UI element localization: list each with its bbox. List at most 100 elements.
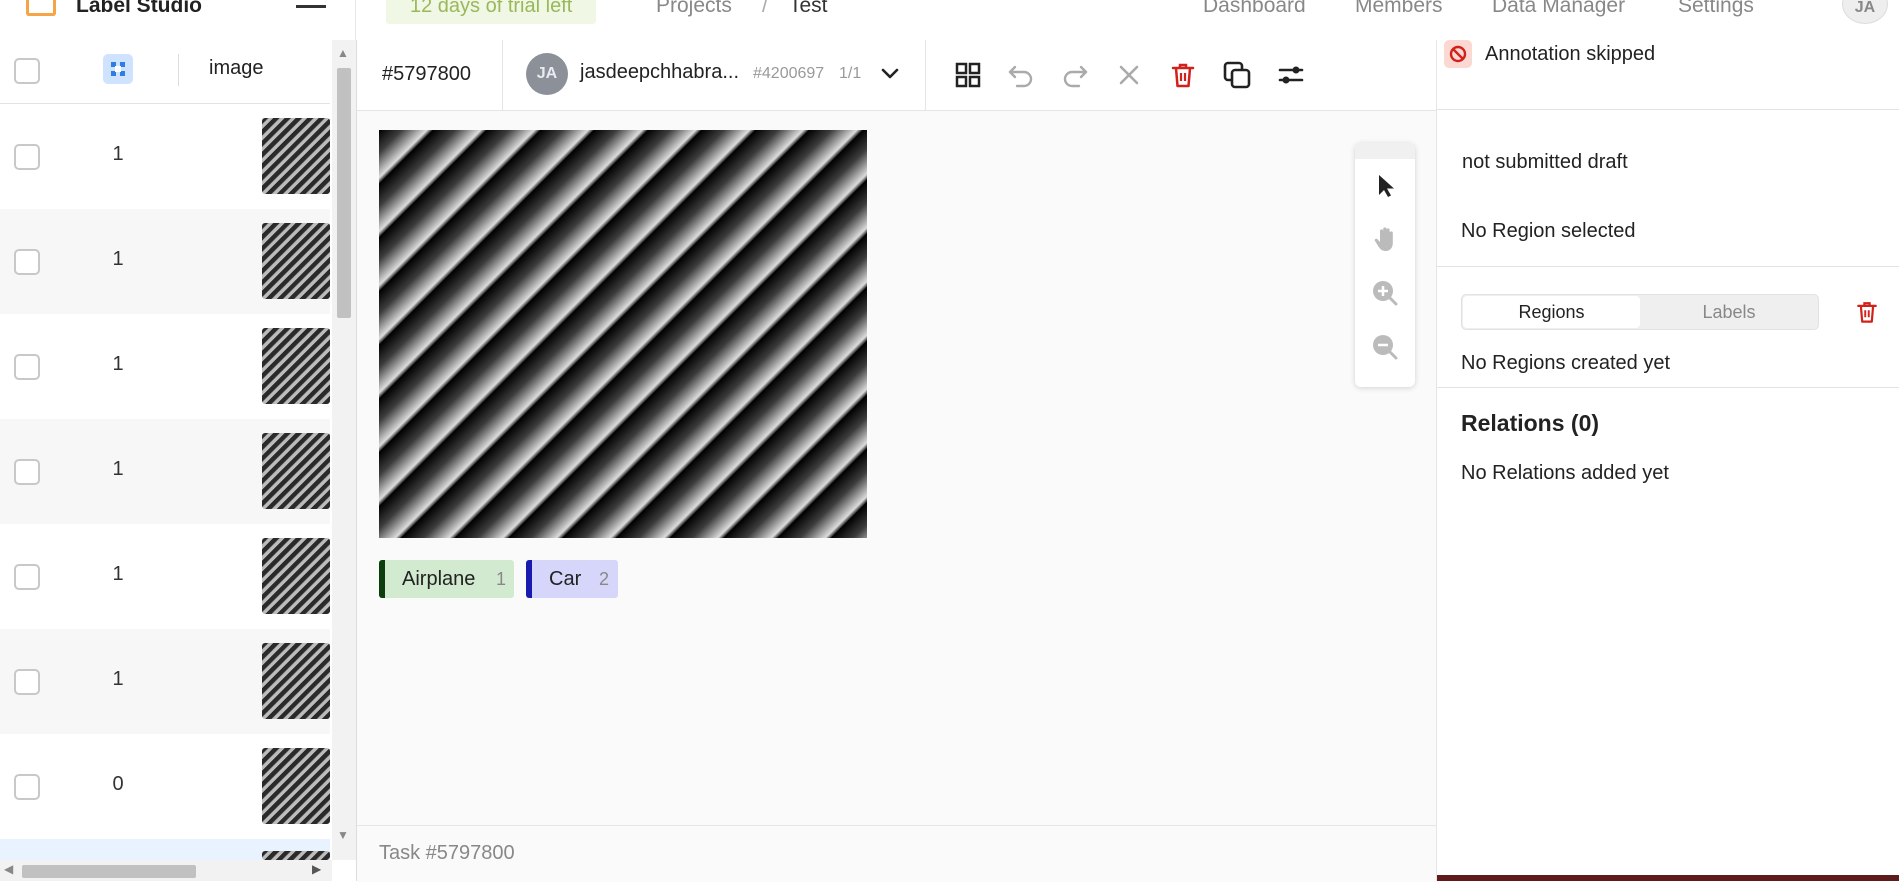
- annotation-id: #4200697: [753, 65, 825, 82]
- tools-panel-handle[interactable]: [1355, 143, 1415, 159]
- pointer-icon[interactable]: [1370, 170, 1400, 200]
- chevron-down-icon[interactable]: [878, 62, 902, 86]
- tab-labels[interactable]: Labels: [1641, 296, 1817, 328]
- hand-icon[interactable]: [1370, 224, 1400, 254]
- divider: [1437, 387, 1899, 388]
- trial-badge[interactable]: 12 days of trial left: [386, 0, 597, 24]
- annotation-toolbar: #5797800 JA jasdeepchhabra... #4200697 1…: [357, 40, 1436, 111]
- image-thumbnail: [262, 851, 330, 860]
- relations-heading: Relations (0): [1461, 410, 1600, 436]
- labeling-area: #5797800 JA jasdeepchhabra... #4200697 1…: [357, 40, 1436, 882]
- data-table: image 1 1 1 1 1 1 0 ▲ ▼ ◀ ▶: [0, 40, 357, 881]
- annotation-status: Annotation skipped: [1485, 43, 1656, 65]
- annotation-count: 1: [112, 353, 124, 375]
- row-checkbox[interactable]: [14, 774, 40, 800]
- table-row[interactable]: 1: [0, 419, 330, 524]
- zoom-in-icon[interactable]: [1370, 278, 1400, 308]
- window-bottom-edge: [1437, 875, 1899, 881]
- breadcrumb-projects[interactable]: Projects: [656, 0, 732, 18]
- hamburger-menu-icon[interactable]: [296, 0, 326, 16]
- label-studio-logo-icon[interactable]: [26, 0, 56, 16]
- annotation-count: 1: [112, 668, 124, 690]
- reset-icon[interactable]: [1113, 59, 1145, 91]
- settings-toggle-icon[interactable]: [1275, 59, 1307, 91]
- task-footer: [357, 825, 1436, 882]
- image-thumbnail: [262, 223, 330, 299]
- row-checkbox[interactable]: [14, 249, 40, 275]
- delete-all-regions-icon[interactable]: [1853, 298, 1881, 326]
- annotator-avatar: JA: [526, 53, 568, 95]
- app-name[interactable]: Label Studio: [76, 0, 202, 18]
- image-thumbnail: [262, 538, 330, 614]
- row-checkbox[interactable]: [14, 354, 40, 380]
- divider: [502, 40, 503, 110]
- label-name: Airplane: [402, 568, 476, 590]
- table-row[interactable]: 1: [0, 629, 330, 734]
- table-header: image: [0, 40, 330, 104]
- row-checkbox[interactable]: [14, 669, 40, 695]
- divider: [1437, 266, 1899, 267]
- table-row[interactable]: 1: [0, 104, 330, 209]
- table-row[interactable]: 1: [0, 209, 330, 314]
- relations-empty-state: No Relations added yet: [1461, 462, 1669, 484]
- divider: [1437, 109, 1899, 110]
- breadcrumb-separator: /: [762, 0, 768, 17]
- footer-task-id: Task #5797800: [379, 842, 515, 864]
- undo-icon[interactable]: [1005, 59, 1037, 91]
- redo-icon[interactable]: [1059, 59, 1091, 91]
- nav-members[interactable]: Members: [1355, 0, 1443, 18]
- row-checkbox[interactable]: [14, 459, 40, 485]
- select-all-checkbox[interactable]: [14, 58, 40, 84]
- annotation-count: 1: [112, 563, 124, 585]
- user-avatar[interactable]: JA: [1842, 0, 1888, 24]
- nav-settings[interactable]: Settings: [1678, 0, 1754, 18]
- image-thumbnail: [262, 433, 330, 509]
- annotation-count: 1: [112, 248, 124, 270]
- image-thumbnail: [262, 328, 330, 404]
- zoom-out-icon[interactable]: [1370, 332, 1400, 362]
- horizontal-scrollbar-thumb[interactable]: [22, 865, 196, 878]
- table-row[interactable]: 1: [0, 524, 330, 629]
- annotator-name[interactable]: jasdeepchhabra...: [580, 61, 739, 84]
- row-checkbox[interactable]: [14, 144, 40, 170]
- tab-regions[interactable]: Regions: [1463, 296, 1640, 328]
- label-name: Car: [549, 568, 582, 590]
- column-divider: [178, 54, 179, 86]
- regions-empty-state: No Regions created yet: [1461, 352, 1671, 374]
- nav-data-manager[interactable]: Data Manager: [1492, 0, 1625, 18]
- column-header-image[interactable]: image: [209, 57, 263, 80]
- annotation-count: 0: [112, 773, 124, 795]
- image-thumbnail: [262, 118, 330, 194]
- divider: [925, 40, 926, 110]
- scroll-up-arrow-icon[interactable]: ▲: [337, 46, 349, 60]
- top-navbar: Label Studio 12 days of trial left Proje…: [0, 0, 1899, 41]
- copy-icon[interactable]: [1221, 59, 1253, 91]
- scroll-down-arrow-icon[interactable]: ▼: [337, 828, 349, 842]
- row-checkbox[interactable]: [14, 564, 40, 590]
- scroll-left-arrow-icon[interactable]: ◀: [4, 862, 13, 876]
- task-id: #5797800: [382, 63, 471, 85]
- table-row-selected[interactable]: [0, 839, 330, 860]
- skipped-status-icon: [1444, 40, 1472, 68]
- annotation-count: 1: [112, 458, 124, 480]
- divider: [355, 0, 356, 40]
- task-image[interactable]: [379, 130, 867, 538]
- draft-status: not submitted draft: [1462, 151, 1628, 173]
- label-car[interactable]: Car 2: [526, 560, 618, 598]
- image-thumbnail: [262, 748, 330, 824]
- table-row[interactable]: 1: [0, 314, 330, 419]
- region-selection-status: No Region selected: [1461, 220, 1636, 242]
- scroll-right-arrow-icon[interactable]: ▶: [312, 862, 321, 876]
- grid-icon[interactable]: [952, 59, 984, 91]
- column-settings-icon[interactable]: [103, 54, 133, 84]
- table-row[interactable]: 0: [0, 734, 330, 839]
- nav-dashboard[interactable]: Dashboard: [1203, 0, 1306, 18]
- annotation-count: 1: [112, 143, 124, 165]
- delete-icon[interactable]: [1167, 59, 1199, 91]
- annotation-counter: 1/1: [839, 65, 862, 82]
- label-hotkey: 2: [599, 569, 610, 589]
- label-hotkey: 1: [496, 569, 507, 589]
- label-airplane[interactable]: Airplane 1: [379, 560, 514, 598]
- breadcrumb-current-project[interactable]: Test: [789, 0, 828, 18]
- vertical-scrollbar-thumb[interactable]: [337, 68, 351, 318]
